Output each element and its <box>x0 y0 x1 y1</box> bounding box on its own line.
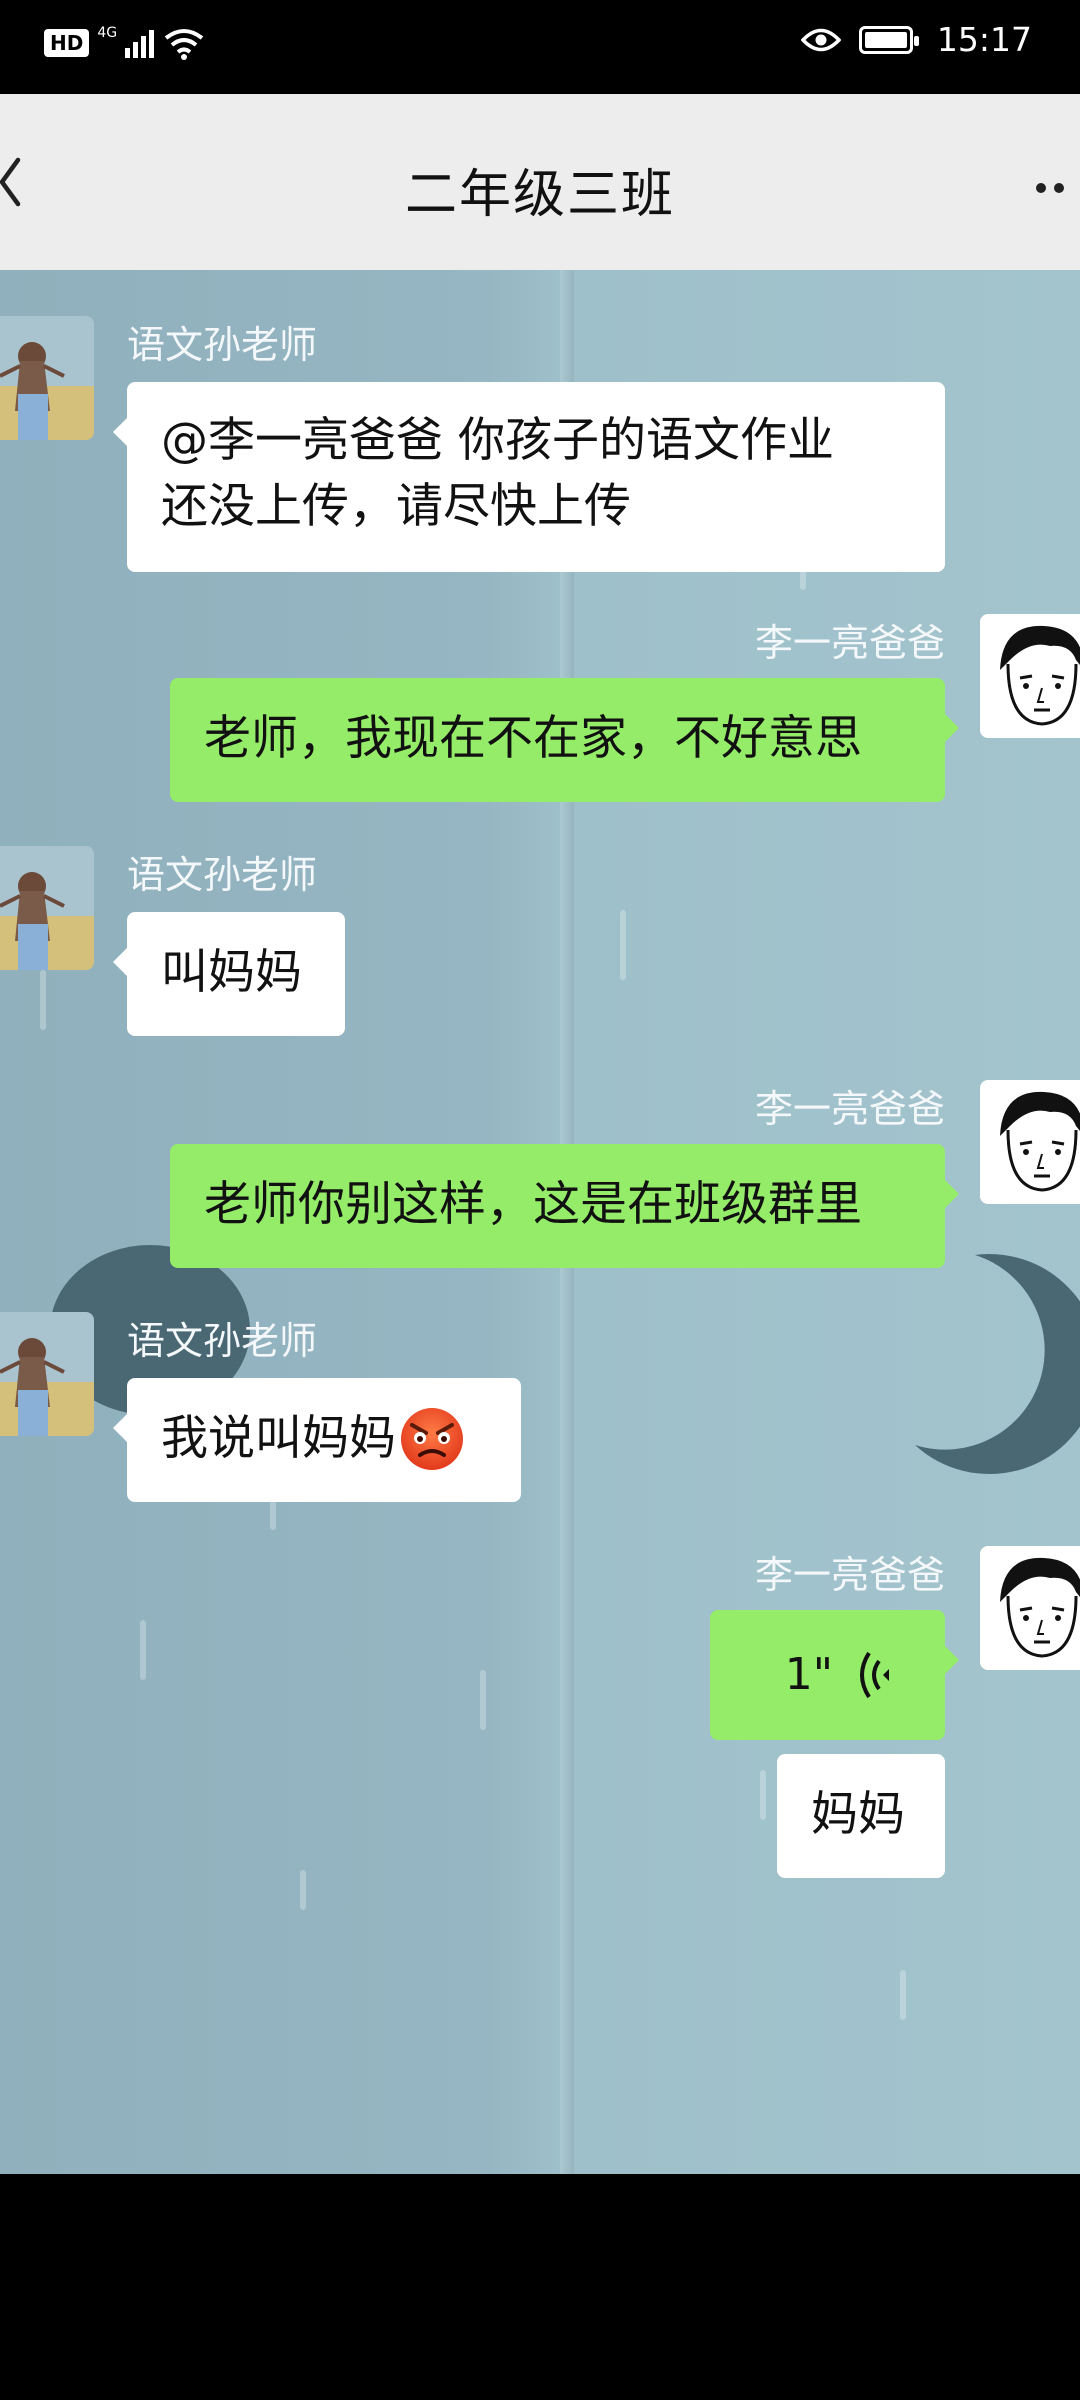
chat-title: 二年级三班 <box>404 165 675 225</box>
chat-header: 二年级三班 <box>0 94 1080 270</box>
teacher-avatar[interactable] <box>0 1312 94 1436</box>
message-text-line: @李一亮爸爸 你孩子的语文作业 <box>161 413 834 468</box>
sender-name: 语文孙老师 <box>127 853 318 897</box>
network-type: 4G <box>97 25 118 41</box>
eye-icon <box>800 28 841 51</box>
more-icon[interactable] <box>1036 178 1080 193</box>
wallpaper-moon-right <box>915 1254 1080 1474</box>
voice-duration: 1" <box>784 1649 833 1700</box>
father-avatar[interactable] <box>980 614 1080 738</box>
voice-transcript-bubble[interactable]: 妈妈 <box>777 1754 945 1878</box>
message-bubble[interactable]: 老师，我现在不在家，不好意思 <box>170 678 959 802</box>
hd-badge: HD <box>44 29 90 57</box>
message-bubble[interactable]: @李一亮爸爸 你孩子的语文作业 还没上传，请尽快上传 <box>113 382 945 572</box>
voice-message-bubble[interactable]: 1" <box>710 1610 959 1740</box>
message-bubble[interactable]: 叫妈妈 <box>113 912 345 1036</box>
wifi-icon <box>164 29 204 60</box>
message-text-line: 还没上传，请尽快上传 <box>161 479 631 534</box>
bottom-area <box>0 2174 1080 2400</box>
message-text: 老师，我现在不在家，不好意思 <box>204 711 862 766</box>
status-time: 15:17 <box>936 20 1032 59</box>
father-avatar[interactable] <box>980 1546 1080 1670</box>
sender-name: 语文孙老师 <box>127 1319 318 1363</box>
message-bubble[interactable]: 我说叫妈妈 <box>113 1378 521 1502</box>
teacher-avatar[interactable] <box>0 316 94 440</box>
voice-play-icon <box>860 1651 889 1699</box>
signal-icon <box>125 28 155 58</box>
chat-area[interactable]: 语文孙老师 @李一亮爸爸 你孩子的语文作业 还没上传，请尽快上传 李一亮爸爸 老… <box>0 270 1080 2174</box>
father-avatar[interactable] <box>980 1080 1080 1204</box>
sender-name: 语文孙老师 <box>127 323 318 367</box>
sender-name: 李一亮爸爸 <box>754 621 945 665</box>
teacher-avatar[interactable] <box>0 846 94 970</box>
status-bar: HD 4G 15:17 <box>0 0 1080 94</box>
message-text: 老师你别这样，这是在班级群里 <box>204 1177 862 1232</box>
message-text: 我说叫妈妈 <box>161 1411 396 1466</box>
message-text: 叫妈妈 <box>161 945 302 1000</box>
angry-face-icon <box>401 1407 463 1470</box>
message-bubble[interactable]: 老师你别这样，这是在班级群里 <box>170 1144 959 1268</box>
sender-name: 李一亮爸爸 <box>754 1087 945 1131</box>
battery-icon <box>858 25 919 54</box>
transcript-text: 妈妈 <box>811 1787 905 1842</box>
sender-name: 李一亮爸爸 <box>754 1553 945 1597</box>
